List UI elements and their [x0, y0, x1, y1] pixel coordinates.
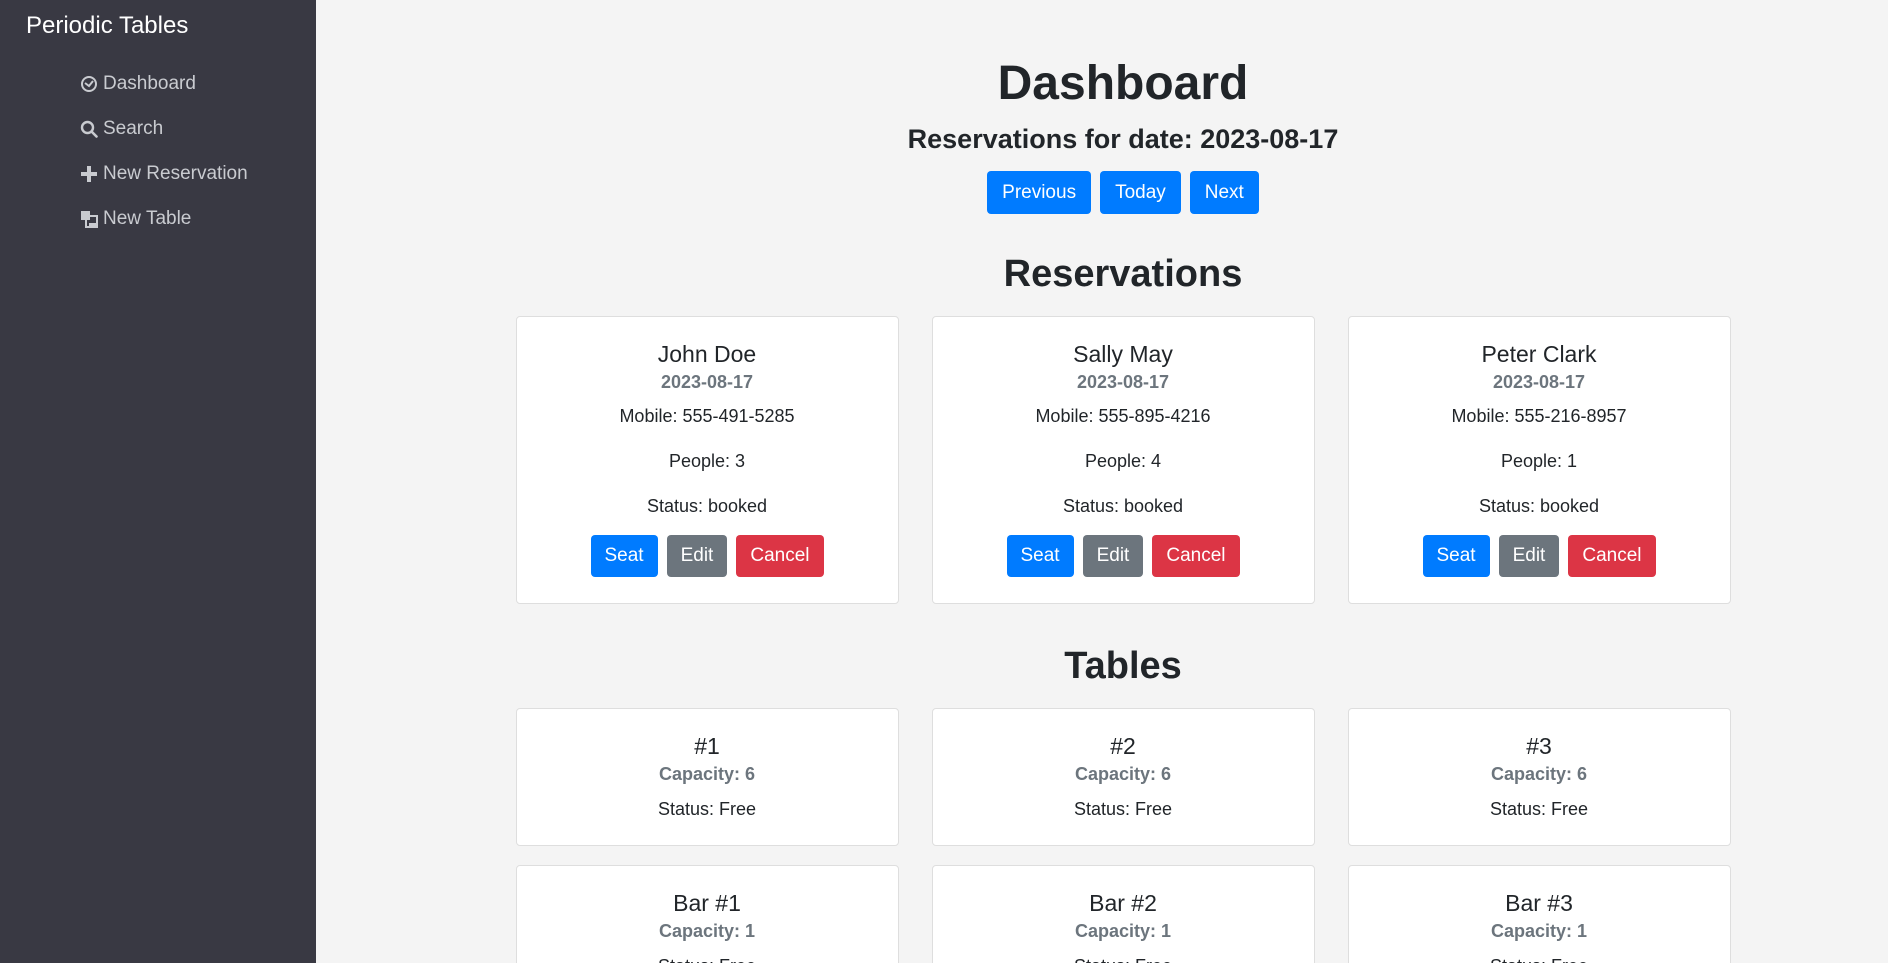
main-content: Dashboard Reservations for date: 2023-08…: [316, 0, 1888, 963]
table-name: #2: [1110, 733, 1136, 759]
table-status: Status: Free: [1349, 955, 1730, 963]
table-status: Status: Free: [933, 955, 1314, 963]
table-capacity: Capacity: 6: [1074, 764, 1172, 784]
table-status: Status: Free: [517, 955, 898, 963]
today-button[interactable]: Today: [1100, 171, 1181, 214]
plus-icon: [80, 165, 98, 183]
table-name: #1: [694, 733, 720, 759]
cancel-button[interactable]: Cancel: [1152, 535, 1240, 577]
table-name: #3: [1526, 733, 1552, 759]
reservations-list: John Doe 2023-08-17 Mobile: 555-491-5285…: [496, 316, 1750, 604]
reservation-actions: Seat Edit Cancel: [933, 535, 1314, 577]
previous-button[interactable]: Previous: [987, 171, 1092, 214]
reservation-status: Status: booked: [1062, 496, 1184, 516]
table-name: Bar #2: [1089, 890, 1157, 916]
table-icon: [80, 210, 98, 228]
sidebar-item-label: Dashboard: [103, 72, 196, 94]
edit-button[interactable]: Edit: [666, 535, 728, 577]
sidebar-item-new-table[interactable]: New Table: [0, 196, 316, 241]
reservation-people: People: 1: [1500, 451, 1578, 471]
table-card: Bar #3 Capacity: 1 Status: Free: [1347, 865, 1731, 963]
edit-button[interactable]: Edit: [1082, 535, 1144, 577]
reservation-card: John Doe 2023-08-17 Mobile: 555-491-5285…: [515, 316, 899, 604]
sidebar-item-label: New Table: [103, 207, 192, 229]
sidebar-item-search[interactable]: Search: [0, 106, 316, 151]
sidebar-item-new-reservation[interactable]: New Reservation: [0, 151, 316, 196]
table-status: Status: Free: [1073, 799, 1173, 819]
next-button[interactable]: Next: [1189, 171, 1259, 214]
table-name: Bar #1: [673, 890, 741, 916]
table-card: Bar #2 Capacity: 1 Status: Free: [931, 865, 1315, 963]
sidebar-item-label: Search: [103, 117, 164, 139]
reservation-status: Status: booked: [646, 496, 768, 516]
sidebar: Periodic Tables Dashboard Search New Res…: [0, 0, 316, 963]
reservation-date: 2023-08-17: [1492, 372, 1586, 392]
table-capacity: Capacity: 6: [1490, 764, 1588, 784]
edit-button[interactable]: Edit: [1498, 535, 1560, 577]
table-name: Bar #3: [1505, 890, 1573, 916]
search-icon: [80, 120, 98, 138]
reservation-actions: Seat Edit Cancel: [517, 535, 898, 577]
reservation-date: 2023-08-17: [660, 372, 754, 392]
table-status: Status: Free: [657, 799, 757, 819]
seat-button[interactable]: Seat: [1422, 535, 1490, 577]
page-title: Dashboard: [997, 57, 1249, 110]
reservation-date: 2023-08-17: [1076, 372, 1170, 392]
table-card: #1 Capacity: 6 Status: Free: [515, 708, 899, 846]
table-capacity: Capacity: 1: [1490, 921, 1588, 941]
reservation-actions: Seat Edit Cancel: [1349, 535, 1730, 577]
reservation-mobile: Mobile: 555-491-5285: [619, 406, 795, 426]
table-capacity: Capacity: 1: [658, 921, 756, 941]
sidebar-item-dashboard[interactable]: Dashboard: [0, 61, 316, 106]
reservation-mobile: Mobile: 555-216-8957: [1451, 406, 1627, 426]
dashboard-icon: [80, 75, 98, 93]
date-heading: Reservations for date: 2023-08-17: [907, 124, 1339, 154]
reservation-card: Peter Clark 2023-08-17 Mobile: 555-216-8…: [1347, 316, 1731, 604]
table-card: #2 Capacity: 6 Status: Free: [931, 708, 1315, 846]
tables-heading: Tables: [1064, 645, 1182, 687]
reservation-name: John Doe: [657, 341, 757, 367]
reservations-heading: Reservations: [1003, 253, 1243, 295]
tables-list: #1 Capacity: 6 Status: Free #2 Capacity:…: [496, 708, 1750, 963]
reservation-mobile: Mobile: 555-895-4216: [1035, 406, 1211, 426]
table-card: Bar #1 Capacity: 1 Status: Free: [515, 865, 899, 963]
cancel-button[interactable]: Cancel: [736, 535, 824, 577]
reservation-name: Sally May: [1073, 341, 1173, 367]
date-navigation: Previous Today Next: [496, 171, 1750, 214]
reservation-name: Peter Clark: [1481, 341, 1597, 367]
reservation-people: People: 4: [1084, 451, 1162, 471]
seat-button[interactable]: Seat: [590, 535, 658, 577]
table-card: #3 Capacity: 6 Status: Free: [1347, 708, 1731, 846]
reservation-card: Sally May 2023-08-17 Mobile: 555-895-421…: [931, 316, 1315, 604]
seat-button[interactable]: Seat: [1006, 535, 1074, 577]
reservation-status: Status: booked: [1478, 496, 1600, 516]
table-status: Status: Free: [1489, 799, 1589, 819]
reservation-people: People: 3: [668, 451, 746, 471]
table-capacity: Capacity: 1: [1074, 921, 1172, 941]
app-brand[interactable]: Periodic Tables: [0, 12, 316, 40]
sidebar-item-label: New Reservation: [103, 162, 248, 184]
table-capacity: Capacity: 6: [658, 764, 756, 784]
cancel-button[interactable]: Cancel: [1568, 535, 1656, 577]
